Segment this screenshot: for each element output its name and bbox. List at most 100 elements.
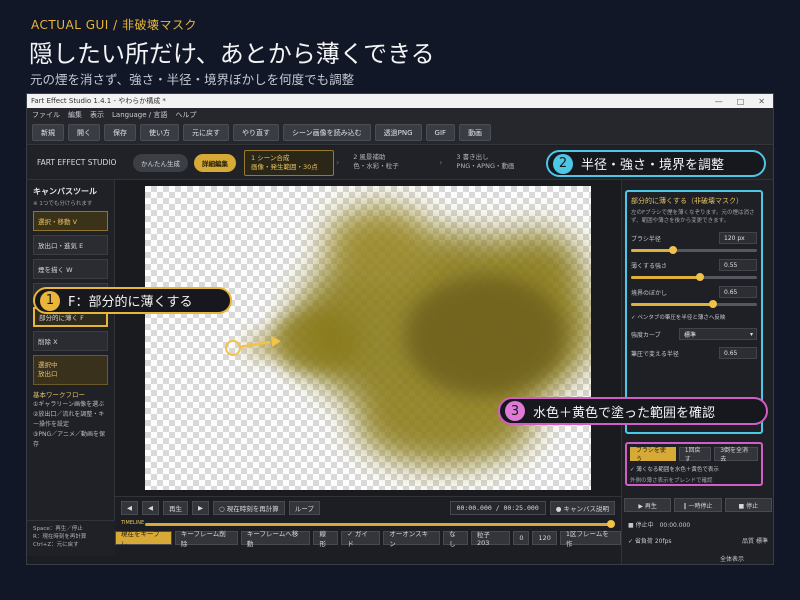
transparent-canvas[interactable]	[145, 186, 595, 490]
workflow-guide: 基本ワークフロー ①ギャラリーン画像を選ぶ ②放出口／流れを調整・キー操作を設定…	[33, 390, 108, 450]
canvas-area[interactable]	[115, 180, 621, 496]
annotation-text: F：部分的に薄くする	[68, 295, 193, 310]
save-button[interactable]: 保存	[104, 124, 136, 141]
timeline-play-button[interactable]: 再生	[163, 501, 188, 515]
emitter-handle[interactable]	[225, 340, 241, 356]
low-load-checkbox[interactable]: ✓ 省負荷 20fps	[628, 536, 672, 545]
guide-checkbox[interactable]: ✓ ガイド	[341, 530, 381, 548]
howto-button[interactable]: 使い方	[140, 124, 179, 141]
panel-heading: 部分的に薄くする（非破壊マスク）	[631, 197, 743, 205]
selection-value: 放出口	[38, 370, 58, 378]
brush-radius-input[interactable]: 120 px	[719, 232, 757, 244]
quality-select[interactable]: 標準	[756, 538, 768, 545]
hero-kicker: ACTUAL GUI / 非破壊マスク	[31, 18, 197, 32]
undo-stroke-button[interactable]: 1回戻す	[678, 447, 712, 463]
feather-slider[interactable]	[631, 300, 757, 308]
mode-detail-button[interactable]: 詳細編集	[194, 153, 236, 172]
tool-select-move[interactable]: 選択・移動 V	[33, 211, 108, 231]
tools-title: キャンバスツール	[33, 187, 97, 196]
tool-emitter[interactable]: 放出口・進気 E	[33, 235, 108, 255]
timeline-playhead[interactable]	[607, 520, 615, 528]
export-png-button[interactable]: 透過PNG	[374, 124, 422, 141]
shortcut-item: R：現在時刻を再計算	[33, 534, 87, 540]
play-button[interactable]: ▶ 再生	[624, 498, 672, 512]
maximize-button[interactable]: □	[737, 97, 745, 106]
open-button[interactable]: 開く	[68, 124, 100, 141]
annotation-3: 3 水色＋黄色で塗った範囲を確認	[498, 397, 768, 425]
feather-input[interactable]: 0.65	[719, 286, 757, 298]
annotation-number: 1	[40, 290, 60, 311]
canvas-info-button[interactable]: ● キャンバス説明	[549, 501, 615, 515]
show-mask-note: 外側の薄さ表示をブレンドで確認	[630, 478, 713, 484]
load-scene-button[interactable]: シーン画像を読み込む	[283, 124, 371, 141]
timeline-bar[interactable]	[145, 523, 611, 526]
loop-button[interactable]: ループ	[288, 501, 320, 515]
close-button[interactable]: ✕	[758, 97, 765, 106]
step-forward-button[interactable]: ▶	[192, 501, 209, 515]
step-2-sub: 色・水彩・粒子	[353, 161, 399, 170]
menu-edit[interactable]: 編集	[68, 110, 82, 120]
timeline-label: TIMELINE	[121, 520, 145, 526]
studio-name: FART EFFECT STUDIO	[37, 158, 117, 167]
chevron-right-icon: ›	[439, 158, 443, 167]
tool-delete[interactable]: 削除 X	[33, 331, 108, 351]
onion-skin-select[interactable]: なし	[443, 530, 469, 548]
title-bar: Fart Effect Studio 1.4.1 - やわらか構成 * — □ …	[27, 94, 773, 108]
annotation-number: 2	[553, 153, 573, 174]
clear-all-button[interactable]: 3倒を全消去	[714, 447, 758, 463]
annotation-2: 2 半径・強さ・境界を調整	[546, 150, 766, 177]
timeline-track[interactable]: TIMELINE	[121, 520, 615, 528]
selection-info: 選択中 放出口	[33, 355, 108, 385]
guide-item: ③PNG／アニメ／動画を保存	[33, 431, 106, 448]
particle-count: 粒子 203	[471, 531, 511, 547]
view-all-button[interactable]: 全体表示	[720, 554, 744, 563]
pressure-scale-input[interactable]: 0.65	[719, 347, 757, 359]
step-2[interactable]: 2 風景補助 色・水彩・粒子	[347, 150, 437, 176]
step-1-title: 1 シーン合成	[251, 153, 290, 162]
pen-pressure-checkbox[interactable]: ✓ ペンタブの筆圧を半径と薄さへ反映	[631, 313, 757, 321]
guide-title: 基本ワークフロー	[33, 391, 85, 399]
panel-description: 左のFブラシで煙を薄くなぞります。元の煙は消さず、範囲や薄さを後から変更できます…	[631, 210, 755, 224]
interpolation-select[interactable]: 線形	[313, 530, 339, 548]
new-button[interactable]: 新規	[32, 124, 64, 141]
guide-item: ②放出口／流れを調整・キー操作を設定	[33, 411, 105, 428]
mode-simple-button[interactable]: かんたん生成	[133, 153, 188, 172]
guide-item: ①ギャラリーン画像を選ぶ	[33, 401, 105, 408]
step-1[interactable]: 1 シーン合成 画像・発生範囲・30点	[244, 149, 334, 176]
undo-button[interactable]: 元に戻す	[183, 124, 229, 141]
add-keyframe-button[interactable]: 現在をキーフレ	[115, 530, 172, 548]
delete-keyframe-button[interactable]: キーフレーム削除	[174, 530, 238, 548]
prev-button[interactable]: ◀	[121, 501, 138, 515]
pause-button[interactable]: ‖ 一時停止	[674, 498, 722, 512]
annotation-number: 3	[505, 401, 525, 421]
menu-language[interactable]: Language / 言語	[112, 110, 167, 120]
show-mask-checkbox[interactable]: ✓ 薄くなる範囲を水色＋黄色で表示	[630, 465, 758, 473]
minimize-button[interactable]: —	[715, 97, 723, 106]
stop-button[interactable]: ■ 停止	[724, 498, 772, 512]
step-3-title: 3 書き出し	[456, 152, 489, 161]
strength-slider[interactable]	[631, 273, 757, 281]
strength-label: 薄くする強さ	[631, 262, 668, 270]
hero-title: 隠したい所だけ、あとから薄くできる	[29, 40, 435, 68]
goto-keyframe-button[interactable]: キーフレームへ移動	[240, 530, 311, 548]
redo-button[interactable]: やり直す	[233, 124, 279, 141]
step-3[interactable]: 3 書き出し PNG・APNG・動画	[450, 150, 540, 176]
shortcut-list: Space：再生／停止 R：現在時刻を再計算 Ctrl+Z：元に戻す	[27, 520, 115, 556]
export-gif-button[interactable]: GIF	[425, 124, 456, 141]
menu-file[interactable]: ファイル	[32, 110, 60, 120]
use-brush-button[interactable]: ブラシを使う	[630, 447, 676, 463]
quality-label: 品質	[742, 538, 755, 545]
strength-input[interactable]: 0.55	[719, 259, 757, 271]
frame-start[interactable]: 0	[513, 531, 530, 545]
tool-paint-smoke[interactable]: 煙を描く W	[33, 259, 108, 279]
make-range-button[interactable]: 1区フレームを作	[559, 530, 622, 548]
menu-help[interactable]: ヘルプ	[175, 110, 196, 120]
frame-end[interactable]: 120	[532, 531, 557, 545]
recalc-button[interactable]: ○ 現在時刻を再計算	[213, 501, 285, 515]
curve-select[interactable]: 標準 ▾	[679, 328, 757, 340]
step-back-button[interactable]: ◀	[142, 501, 159, 515]
brush-radius-slider[interactable]	[631, 246, 757, 254]
annotation-1: 1 F：部分的に薄くする	[33, 287, 232, 314]
export-video-button[interactable]: 動画	[459, 124, 492, 141]
menu-view[interactable]: 表示	[90, 110, 104, 120]
